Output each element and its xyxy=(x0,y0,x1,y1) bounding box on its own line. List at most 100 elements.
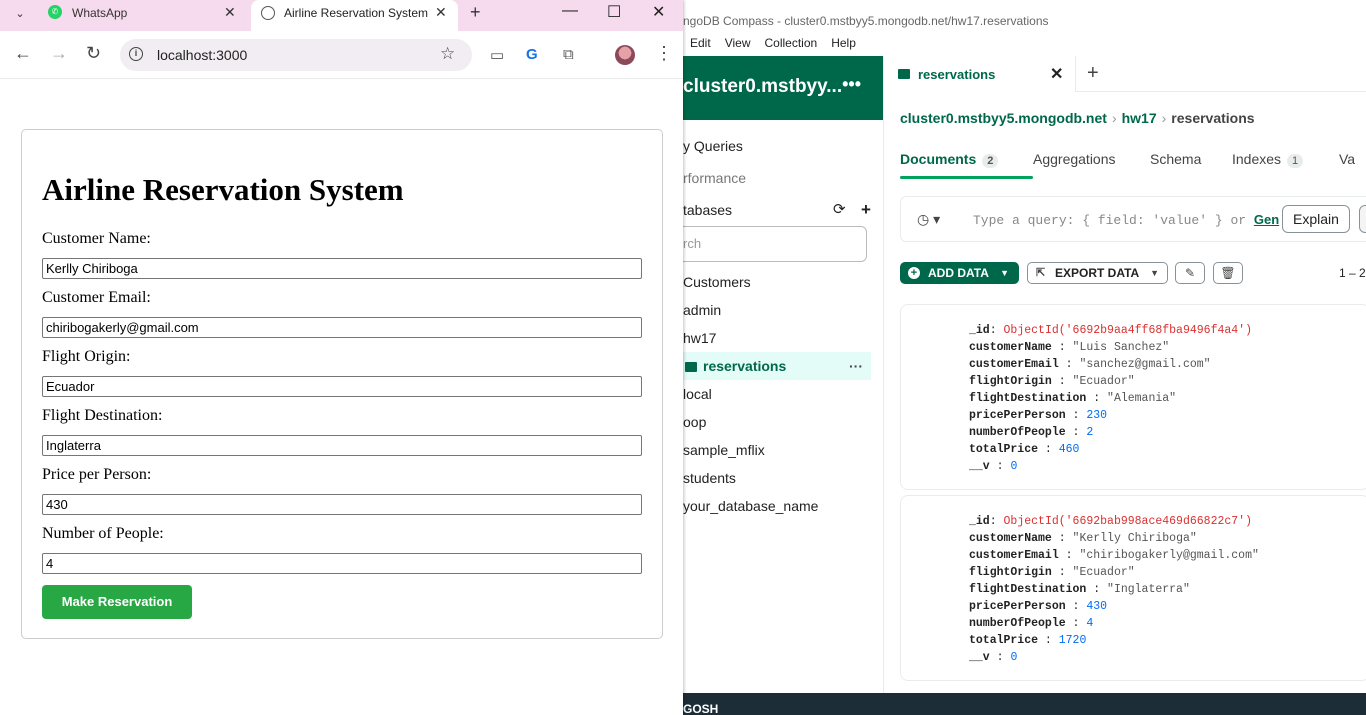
flight-origin-label: Flight Origin: xyxy=(42,348,131,365)
connection-header[interactable]: cluster0.mstbyy... ••• xyxy=(683,56,883,120)
back-icon[interactable]: ← xyxy=(14,43,32,64)
reload-icon[interactable]: ↻ xyxy=(86,43,101,64)
tab-aggregations[interactable]: Aggregations xyxy=(1033,151,1116,167)
close-icon[interactable]: ✕ xyxy=(224,4,236,21)
doc-field-flightDestination: flightDestination : "Alemania" xyxy=(969,392,1177,405)
generate-query-link[interactable]: Gen xyxy=(1254,212,1279,227)
sidebar-item-hw17[interactable]: hw17 xyxy=(683,324,883,352)
sidebar-item-local[interactable]: local xyxy=(683,380,883,408)
menu-help[interactable]: Help xyxy=(831,36,856,56)
doc-value: 230 xyxy=(1086,409,1108,422)
tab-validation[interactable]: Va xyxy=(1339,151,1355,167)
menu-view[interactable]: View xyxy=(725,36,751,56)
price-per-person-label: Price per Person: xyxy=(42,466,152,483)
sidebar-item-sample-mflix[interactable]: sample_mflix xyxy=(683,436,883,464)
sidebar-item-reservations[interactable]: reservations ··· xyxy=(683,352,871,380)
chevron-right-icon: › xyxy=(1111,110,1117,126)
sidebar-item-your-database-name[interactable]: your_database_name xyxy=(683,492,883,520)
add-database-icon[interactable]: + xyxy=(861,194,871,226)
document-card[interactable]: _id: ObjectId('6692b9aa4ff68fba9496f4a4'… xyxy=(900,304,1366,490)
site-info-icon[interactable]: i xyxy=(129,47,143,61)
query-placeholder: Type a query: { field: 'value' } or xyxy=(973,213,1254,228)
close-icon[interactable]: ✕ xyxy=(435,4,447,21)
address-bar[interactable]: i localhost:3000 ☆ xyxy=(120,39,472,71)
compass-menubar: Edit View Collection Help xyxy=(683,36,856,56)
close-icon[interactable]: ✕ xyxy=(1050,64,1063,84)
nav-my-queries[interactable]: y Queries xyxy=(683,130,883,162)
tab-documents[interactable]: Documents 2 xyxy=(900,151,999,168)
customer-email-input[interactable]: chiribogakerly@gmail.com xyxy=(42,317,642,338)
translate-icon[interactable]: G xyxy=(526,46,538,63)
tab-search-icon[interactable]: ⌄ xyxy=(8,4,32,24)
nav-performance[interactable]: rformance xyxy=(683,162,883,194)
cast-icon[interactable]: ▭ xyxy=(490,46,504,64)
new-tab-icon[interactable]: + xyxy=(470,2,481,23)
reset-button[interactable] xyxy=(1359,205,1366,233)
export-data-button[interactable]: ⇱ EXPORT DATA ▼ xyxy=(1027,262,1168,284)
doc-field-flightOrigin: flightOrigin : "Ecuador" xyxy=(969,566,1135,579)
sidebar-item-students[interactable]: students xyxy=(683,464,883,492)
tab-whatsapp[interactable]: ✆ WhatsApp ✕ xyxy=(40,0,248,26)
explain-button[interactable]: Explain xyxy=(1282,205,1350,233)
close-window-icon[interactable]: ✕ xyxy=(652,2,665,22)
edit-icon[interactable]: ✎ xyxy=(1175,262,1205,284)
document-card[interactable]: _id: ObjectId('6692bab998ace469d66822c7'… xyxy=(900,495,1366,681)
customer-name-input[interactable]: Kerlly Chiriboga xyxy=(42,258,642,279)
bookmark-star-icon[interactable]: ☆ xyxy=(440,44,455,64)
tab-indexes-label: Indexes xyxy=(1232,151,1282,167)
sidebar-item-oop[interactable]: oop xyxy=(683,408,883,436)
doc-field-pricePerPerson: pricePerPerson : 430 xyxy=(969,600,1108,613)
tab-title: reservations xyxy=(918,67,996,82)
databases-header: tabases ⟳ + xyxy=(683,194,883,226)
query-history-icon[interactable]: ◷ ▾ xyxy=(917,211,940,228)
menu-edit[interactable]: Edit xyxy=(690,36,711,56)
compass-window-title: ngoDB Compass - cluster0.mstbyy5.mongodb… xyxy=(683,0,1366,40)
add-tab-icon[interactable]: + xyxy=(1087,62,1099,85)
trash-icon[interactable]: 🗑 xyxy=(1213,262,1243,284)
connection-name: cluster0.mstbyy... xyxy=(683,76,843,97)
maximize-icon[interactable]: ☐ xyxy=(607,2,621,22)
compass-sidebar: cluster0.mstbyy... ••• y Queries rforman… xyxy=(683,56,884,693)
add-data-button[interactable]: + ADD DATA ▼ xyxy=(900,262,1019,284)
doc-value: 0 xyxy=(1010,651,1018,664)
tab-indexes[interactable]: Indexes 1 xyxy=(1232,151,1304,168)
tab-reservations[interactable]: reservations ✕ xyxy=(884,56,1076,92)
query-input[interactable]: Type a query: { field: 'value' } or Gen xyxy=(973,212,1279,228)
doc-id-value: ObjectId('6692b9aa4ff68fba9496f4a4') xyxy=(1003,324,1252,337)
active-tab-indicator xyxy=(900,176,1033,179)
extensions-icon[interactable]: ⧉ xyxy=(563,46,574,63)
doc-value: 460 xyxy=(1058,443,1080,456)
tab-airline-reservation[interactable]: Airline Reservation System ✕ xyxy=(251,0,458,31)
profile-avatar[interactable] xyxy=(615,45,635,65)
price-per-person-input[interactable]: 430 xyxy=(42,494,642,515)
flight-destination-input[interactable]: Inglaterra xyxy=(42,435,642,456)
mongosh-bar[interactable]: GOSH xyxy=(683,693,1366,715)
breadcrumb-db[interactable]: hw17 xyxy=(1122,110,1157,126)
doc-field-numberOfPeople: numberOfPeople : 2 xyxy=(969,426,1094,439)
doc-id-value: ObjectId('6692bab998ace469d66822c7') xyxy=(1003,515,1252,528)
minimize-icon[interactable]: — xyxy=(562,2,578,20)
url-text: localhost:3000 xyxy=(157,47,248,63)
more-options-icon[interactable]: ••• xyxy=(842,74,861,95)
forward-icon[interactable]: → xyxy=(50,43,68,64)
folder-icon xyxy=(898,69,910,79)
number-of-people-input[interactable]: 4 xyxy=(42,553,642,574)
doc-value: "Alemania" xyxy=(1107,392,1177,405)
database-search-input[interactable]: rch xyxy=(683,226,867,262)
more-options-icon[interactable]: ··· xyxy=(849,352,863,380)
nav-databases[interactable]: tabases xyxy=(683,202,732,218)
query-bar: ◷ ▾ Type a query: { field: 'value' } or … xyxy=(900,196,1366,242)
doc-value: "Kerlly Chiriboga" xyxy=(1072,532,1197,545)
add-data-label: ADD DATA xyxy=(928,266,989,280)
refresh-icon[interactable]: ⟳ xyxy=(833,194,846,226)
flight-origin-input[interactable]: Ecuador xyxy=(42,376,642,397)
doc-field-customerEmail: customerEmail : "sanchez@gmail.com" xyxy=(969,358,1211,371)
menu-collection[interactable]: Collection xyxy=(764,36,817,56)
tab-schema[interactable]: Schema xyxy=(1150,151,1201,167)
sidebar-item-customers[interactable]: Customers xyxy=(683,268,883,296)
make-reservation-button[interactable]: Make Reservation xyxy=(42,585,192,619)
breadcrumb-cluster[interactable]: cluster0.mstbyy5.mongodb.net xyxy=(900,110,1107,126)
doc-field-customerName: customerName : "Luis Sanchez" xyxy=(969,341,1170,354)
sidebar-item-admin[interactable]: admin xyxy=(683,296,883,324)
menu-kebab-icon[interactable]: ⋮ xyxy=(655,43,673,64)
